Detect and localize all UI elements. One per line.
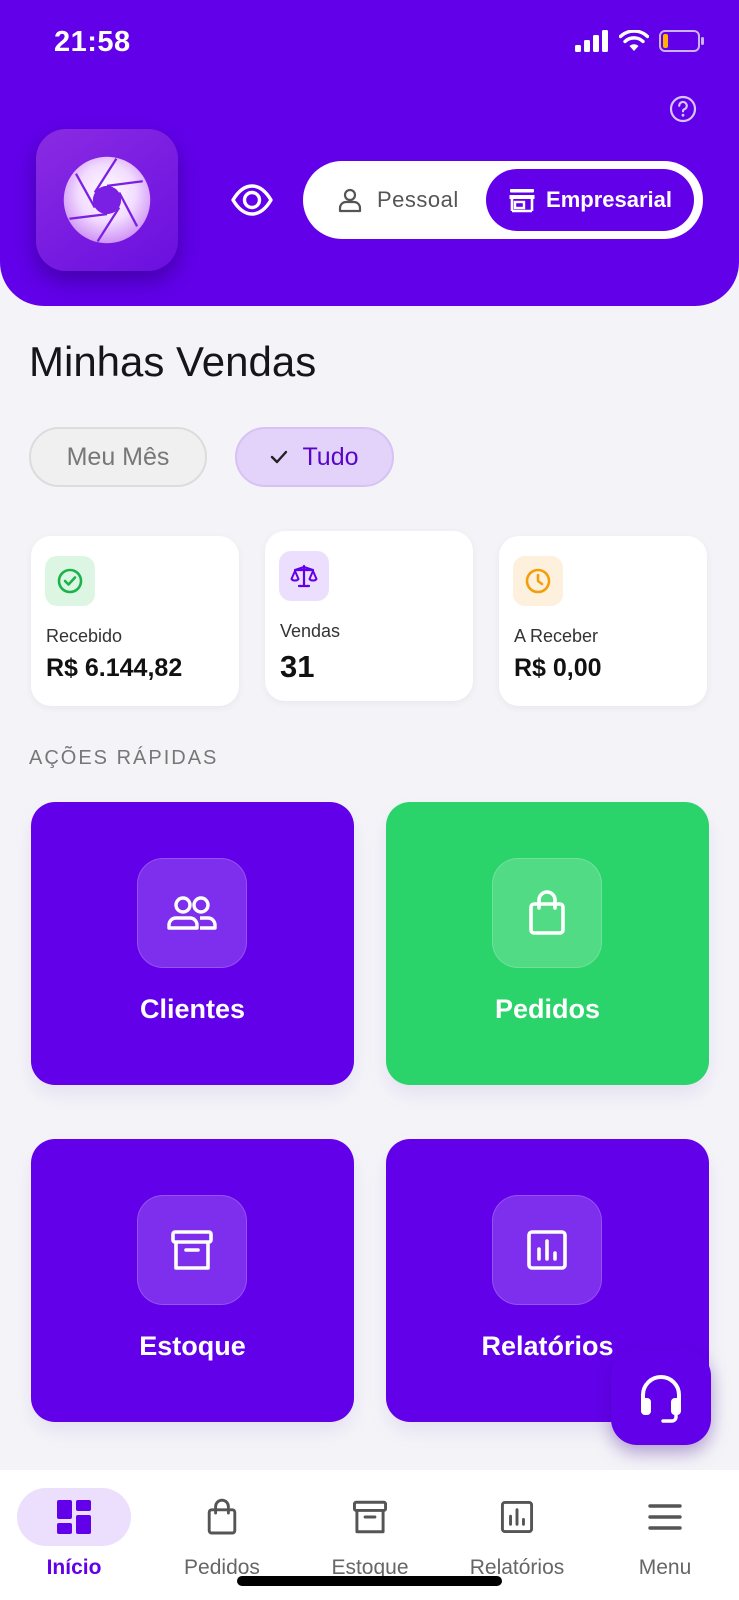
stat-icon-box bbox=[45, 556, 95, 606]
stat-card-sales[interactable]: Vendas 31 bbox=[265, 531, 473, 701]
toggle-personal-option[interactable]: Pessoal bbox=[337, 161, 459, 239]
tile-label: Clientes bbox=[139, 994, 246, 1024]
stat-card-receivable[interactable]: A Receber R$ 0,00 bbox=[499, 536, 707, 706]
store-icon bbox=[509, 189, 535, 213]
menu-icon bbox=[648, 1504, 682, 1530]
status-icons bbox=[575, 30, 705, 52]
stat-value: R$ 0,00 bbox=[514, 654, 602, 682]
quick-action-stock[interactable]: Estoque bbox=[31, 1139, 354, 1422]
nav-icon-wrap bbox=[608, 1488, 722, 1546]
signal-icon bbox=[575, 30, 608, 52]
tile-label: Estoque bbox=[139, 1331, 246, 1361]
tile-icon-box bbox=[137, 858, 247, 968]
check-circle-icon bbox=[57, 568, 83, 594]
nav-icon-wrap bbox=[313, 1488, 427, 1546]
help-icon[interactable] bbox=[668, 94, 698, 124]
quick-action-orders[interactable]: Pedidos bbox=[386, 802, 709, 1085]
toggle-personal-label: Pessoal bbox=[377, 187, 459, 212]
stat-card-received[interactable]: Recebido R$ 6.144,82 bbox=[31, 536, 239, 706]
account-type-toggle: Pessoal Empresarial bbox=[303, 161, 703, 239]
filter-chip-month-label: Meu Mês bbox=[66, 442, 170, 471]
status-time: 21:58 bbox=[54, 26, 131, 58]
wifi-icon bbox=[619, 30, 649, 51]
quick-action-clients[interactable]: Clientes bbox=[31, 802, 354, 1085]
nav-label: Menu bbox=[638, 1556, 692, 1579]
tile-label: Pedidos bbox=[494, 994, 601, 1024]
nav-icon-wrap bbox=[460, 1488, 574, 1546]
person-icon bbox=[338, 188, 362, 213]
clock-icon bbox=[525, 568, 551, 594]
app-logo bbox=[36, 129, 178, 271]
stat-label: Vendas bbox=[280, 621, 341, 641]
users-icon bbox=[167, 896, 217, 930]
stat-icon-box bbox=[513, 556, 563, 606]
toggle-business-option[interactable]: Empresarial bbox=[486, 169, 694, 231]
stat-value: R$ 6.144,82 bbox=[46, 654, 183, 682]
stat-icon-box bbox=[279, 551, 329, 601]
support-fab[interactable] bbox=[611, 1350, 711, 1445]
aperture-logo-icon bbox=[63, 156, 151, 244]
bar-chart-icon bbox=[500, 1500, 534, 1534]
toggle-business-label: Empresarial bbox=[546, 187, 672, 212]
nav-item-menu[interactable]: Menu bbox=[591, 1470, 739, 1600]
nav-item-home[interactable]: Início bbox=[0, 1470, 148, 1600]
checkmark-icon bbox=[271, 450, 288, 464]
shopping-bag-icon bbox=[207, 1498, 237, 1535]
page-title: Minhas Vendas bbox=[29, 338, 317, 385]
filter-chip-all[interactable]: Tudo bbox=[235, 427, 394, 487]
app-header: 21:58 Pessoal Empresarial bbox=[0, 0, 739, 306]
stat-label: A Receber bbox=[514, 626, 599, 646]
archive-box-icon bbox=[352, 1500, 388, 1534]
quick-actions-title: AÇÕES RÁPIDAS bbox=[29, 747, 219, 769]
tile-icon-box bbox=[492, 1195, 602, 1305]
headset-icon bbox=[641, 1374, 681, 1423]
tile-icon-box bbox=[492, 858, 602, 968]
balance-scale-icon bbox=[290, 564, 318, 588]
bar-chart-icon bbox=[527, 1230, 567, 1270]
stat-label: Recebido bbox=[46, 626, 123, 646]
dashboard-icon bbox=[57, 1500, 91, 1534]
tile-icon-box bbox=[137, 1195, 247, 1305]
filter-chip-all-label: Tudo bbox=[302, 442, 359, 471]
stat-value: 31 bbox=[280, 649, 315, 684]
nav-icon-wrap bbox=[17, 1488, 131, 1546]
archive-box-icon bbox=[171, 1230, 213, 1270]
battery-icon bbox=[659, 30, 704, 52]
eye-icon[interactable] bbox=[230, 178, 274, 222]
nav-label: Início bbox=[46, 1556, 102, 1579]
nav-icon-wrap bbox=[165, 1488, 279, 1546]
home-indicator[interactable] bbox=[237, 1576, 502, 1586]
shopping-bag-icon bbox=[529, 890, 565, 935]
filter-chip-month[interactable]: Meu Mês bbox=[29, 427, 207, 487]
